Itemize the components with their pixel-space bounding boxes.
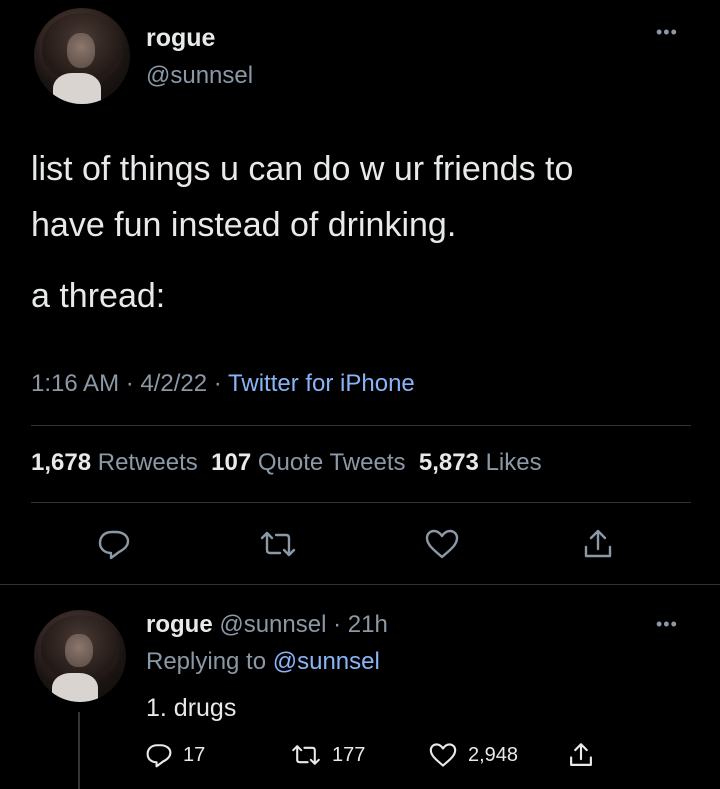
reply-action-reply[interactable]: 17 [145, 742, 205, 768]
divider-meta [31, 425, 691, 426]
reply-age[interactable]: 21h [348, 611, 388, 638]
tweet-stats: 1,678 Retweets 107 Quote Tweets 5,873 Li… [31, 449, 542, 477]
reply-action-like[interactable]: 2,948 [428, 742, 518, 768]
replying-to-handle[interactable]: @sunnsel [273, 648, 380, 675]
tweet-date[interactable]: 4/2/22 [140, 370, 207, 397]
reply-icon[interactable] [97, 528, 131, 560]
main-author-name[interactable]: rogue [146, 24, 215, 53]
thread-line [78, 712, 80, 789]
replying-to: Replying to @sunnsel [146, 648, 380, 675]
likes-stat[interactable]: 5,873 Likes [419, 449, 542, 476]
like-icon [428, 742, 458, 768]
reply-more-dots-icon[interactable]: ••• [656, 614, 678, 635]
retweets-stat[interactable]: 1,678 Retweets [31, 449, 198, 476]
retweet-icon[interactable] [258, 528, 298, 560]
share-icon[interactable] [581, 527, 615, 561]
share-icon[interactable] [567, 740, 595, 770]
reply-author-avatar[interactable] [34, 610, 126, 702]
reply-action-retweet[interactable]: 177 [290, 742, 365, 768]
reply-count: 17 [183, 743, 206, 766]
more-dots-icon[interactable]: ••• [656, 22, 678, 43]
tweet-time[interactable]: 1:16 AM [31, 370, 119, 397]
tweet-meta: 1:16 AM · 4/2/22 · Twitter for iPhone [31, 370, 415, 397]
retweet-icon [290, 742, 322, 768]
main-author-avatar[interactable] [34, 8, 130, 104]
reply-author-handle[interactable]: @sunnsel [219, 611, 326, 638]
divider-actions [0, 584, 720, 585]
tweet-text-line-1: list of things u can do w ur friends to [31, 150, 574, 188]
reply-header: rogue @sunnsel · 21h [146, 611, 388, 638]
tweet-text-line-3: a thread: [31, 277, 166, 315]
main-author-handle[interactable]: @sunnsel [146, 62, 253, 90]
retweet-count: 177 [332, 743, 366, 766]
quotes-stat[interactable]: 107 Quote Tweets [211, 449, 405, 476]
reply-author-name[interactable]: rogue [146, 611, 213, 638]
reply-icon [145, 742, 173, 768]
like-icon[interactable] [424, 528, 460, 560]
tweet-text-line-2: have fun instead of drinking. [31, 206, 457, 244]
tweet-source[interactable]: Twitter for iPhone [228, 370, 415, 397]
like-count: 2,948 [468, 743, 519, 766]
divider-stats [31, 502, 691, 503]
reply-text: 1. drugs [146, 694, 237, 722]
